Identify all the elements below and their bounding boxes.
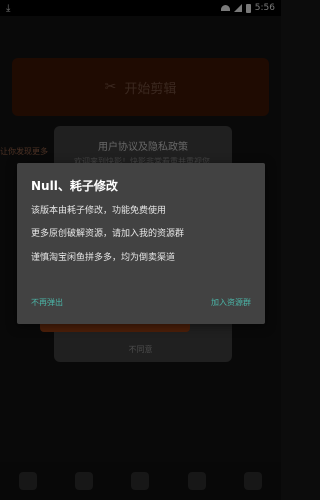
- join-group-button[interactable]: 加入资源群: [211, 297, 251, 308]
- dont-show-again-button[interactable]: 不再弹出: [31, 297, 63, 308]
- dialog-line-2: 更多原创破解资源，请加入我的资源群: [31, 229, 185, 239]
- mod-notice-dialog: Null、耗子修改 该版本由耗子修改，功能免费使用 更多原创破解资源，请加入我的…: [17, 163, 265, 324]
- dialog-title: Null、耗子修改: [31, 179, 118, 193]
- dialog-line-3: 谨慎淘宝闲鱼拼多多，均为倒卖渠道: [31, 253, 176, 263]
- dialog-line-1: 该版本由耗子修改，功能免费使用: [31, 206, 167, 216]
